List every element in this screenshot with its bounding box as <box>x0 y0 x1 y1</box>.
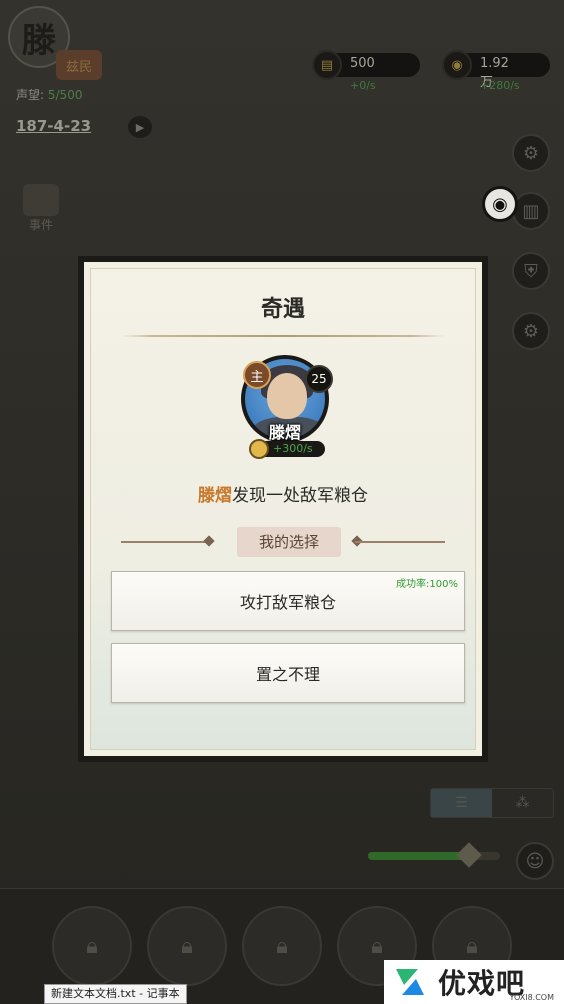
nav-item-1[interactable]: 🔒︎ <box>52 906 132 986</box>
list-view-tab[interactable]: ☰ <box>431 789 492 817</box>
game-date[interactable]: 187-4-23 <box>16 117 91 135</box>
shield-button[interactable]: ⛨ <box>512 252 550 290</box>
hero-income: +300/s <box>249 439 325 459</box>
list-icon: ☰ <box>455 795 468 811</box>
slider-fill <box>368 852 469 860</box>
ranking-button[interactable]: ▥ <box>512 192 550 230</box>
dialog-panel: 奇遇 主 25 滕熠 +300/s 滕熠发现一处敌军粮仓 我的选择 攻打敌军粮仓… <box>90 268 476 750</box>
choice-header-label: 我的选择 <box>237 527 341 557</box>
divider-left <box>121 541 211 543</box>
watermark-logo-icon <box>396 969 424 995</box>
event-button[interactable]: 事件 <box>18 184 64 232</box>
view-toggle: ☰ ⁂ <box>430 788 554 818</box>
play-icon: ▶ <box>135 120 145 134</box>
hero-income-text: +300/s <box>273 442 313 455</box>
nav-item-2[interactable]: 🔒︎ <box>147 906 227 986</box>
diamond-ornament <box>203 535 215 547</box>
choice-header: 我的选择 <box>121 527 445 557</box>
person-icon: ☺ <box>525 850 545 872</box>
prestige-display: 声望: 5/500 <box>16 86 82 103</box>
dialog-title: 奇遇 <box>260 296 305 322</box>
title-divider <box>121 335 445 337</box>
lock-icon: 🔒︎ <box>466 933 478 959</box>
eye-icon: ◉ <box>492 193 508 215</box>
user-button[interactable]: ☺ <box>516 842 554 880</box>
event-button-label: 事件 <box>28 218 53 232</box>
choice-ignore-label: 置之不理 <box>255 665 320 684</box>
coin-icon <box>249 439 269 459</box>
play-speed-button[interactable]: ▶ <box>128 116 152 138</box>
hero-level: 25 <box>305 365 333 393</box>
divider-right <box>355 541 445 543</box>
taskbar-tooltip: 新建文本文档.txt - 记事本 <box>44 984 187 1004</box>
copper-coin-icon: ◉ <box>442 50 472 80</box>
shield-icon: ⛨ <box>524 260 538 282</box>
grain-icon: ▤ <box>312 50 342 80</box>
lord-badge: 主 <box>243 361 271 389</box>
choice-attack-label: 攻打敌军粮仓 <box>239 593 336 612</box>
lock-icon: 🔒︎ <box>86 933 98 959</box>
prestige-value: 5/500 <box>47 88 83 102</box>
grain-amount: 500 <box>350 56 375 71</box>
coin-rate: +280/s <box>480 79 520 92</box>
grain-rate: +0/s <box>350 79 376 92</box>
lock-icon: 🔒︎ <box>181 933 193 959</box>
event-hero-name: 滕熠 <box>198 486 232 506</box>
rank-badge: 兹民 <box>56 50 102 80</box>
group-icon: ⁂ <box>515 795 530 811</box>
group-view-tab[interactable]: ⁂ <box>492 789 553 817</box>
nav-item-3[interactable]: 🔒︎ <box>242 906 322 986</box>
event-description: 滕熠发现一处敌军粮仓 <box>91 481 475 506</box>
success-rate: 成功率:100% <box>396 579 458 590</box>
watermark-url: YOXI8.COM <box>509 993 555 1002</box>
cog-icon: ⚙ <box>522 320 540 342</box>
chart-icon: ▥ <box>522 200 540 222</box>
scroll-icon <box>23 184 59 216</box>
settings-button[interactable]: ⚙ <box>512 134 550 172</box>
choice-attack-button[interactable]: 攻打敌军粮仓 成功率:100% <box>111 571 465 631</box>
lock-icon: 🔒︎ <box>276 933 288 959</box>
lock-icon: 🔒︎ <box>371 933 383 959</box>
encounter-dialog: 奇遇 主 25 滕熠 +300/s 滕熠发现一处敌军粮仓 我的选择 攻打敌军粮仓… <box>78 256 488 762</box>
watermark: 优戏吧 YOXI8.COM <box>384 960 564 1004</box>
choice-ignore-button[interactable]: 置之不理 <box>111 643 465 703</box>
gear-icon: ⚙ <box>522 142 540 164</box>
speed-slider[interactable] <box>368 842 500 868</box>
hero-face <box>267 373 307 419</box>
toggle-view-button[interactable]: ◉ <box>482 186 518 222</box>
options-button[interactable]: ⚙ <box>512 312 550 350</box>
prestige-label: 声望: <box>16 88 45 102</box>
event-description-text: 发现一处敌军粮仓 <box>232 486 368 506</box>
player-portrait-char: 滕 <box>22 20 56 61</box>
